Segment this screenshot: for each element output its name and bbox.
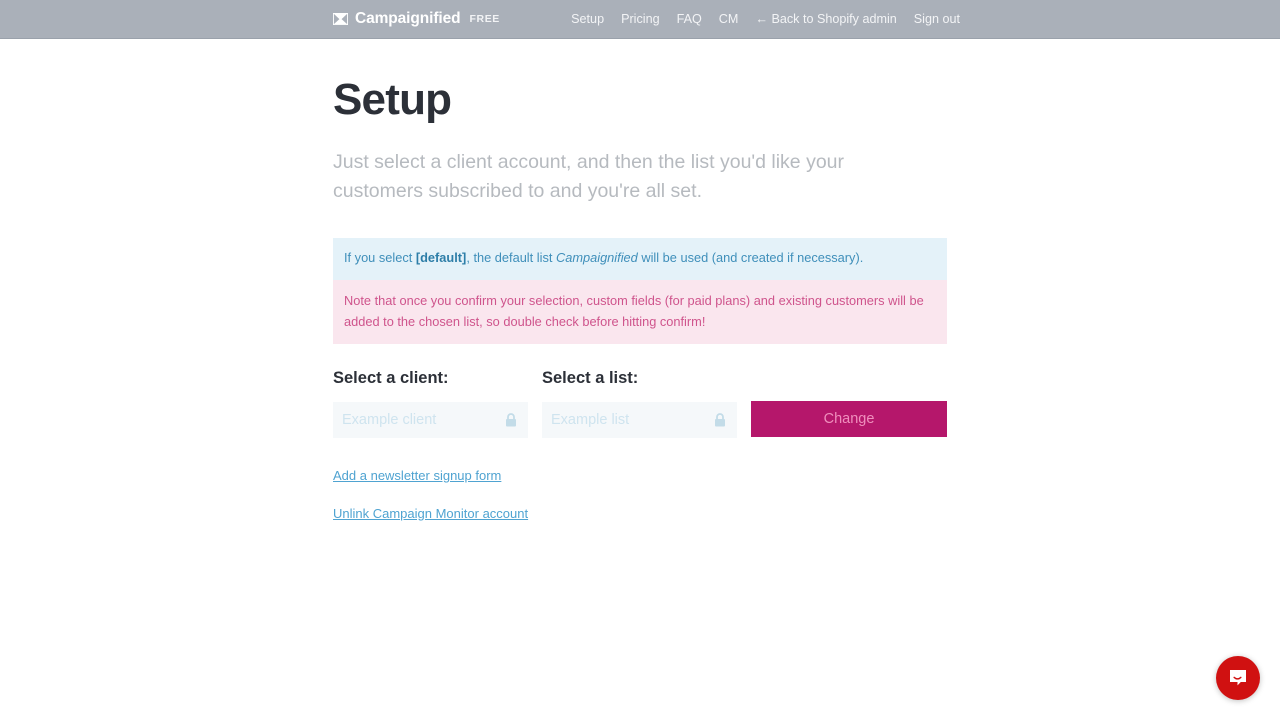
- page-subtitle: Just select a client account, and then t…: [333, 151, 845, 203]
- list-field-label: Select a list:: [542, 369, 639, 388]
- info-alert-suffix: will be used (and created if necessary).: [637, 250, 864, 266]
- nav-cm[interactable]: CM: [719, 13, 739, 26]
- brand-logo-link[interactable]: Campaignified FREE: [333, 0, 500, 38]
- change-button[interactable]: Change: [751, 401, 947, 438]
- client-field-group: Select a client: Example client: [333, 370, 528, 438]
- chat-bubble-icon: [1227, 667, 1249, 689]
- link-add-newsletter-signup-form[interactable]: Add a newsletter signup form: [333, 469, 501, 482]
- page-content: Setup Just select a client account, and …: [333, 39, 947, 523]
- info-alert-list-name: Campaignified: [555, 250, 638, 266]
- change-button-column: Change: [751, 370, 947, 438]
- info-alert: If you select [default], the default lis…: [333, 238, 947, 280]
- alerts-container: If you select [default], the default lis…: [333, 238, 947, 345]
- client-select-input[interactable]: Example client: [333, 401, 528, 438]
- nav-faq[interactable]: FAQ: [677, 13, 702, 26]
- intercom-launcher-button[interactable]: [1216, 656, 1260, 700]
- client-field-label: Select a client:: [333, 369, 449, 388]
- brand-name: Campaignified: [355, 10, 461, 28]
- nav-back-to-shopify-admin[interactable]: ← Back to Shopify admin: [755, 13, 896, 26]
- top-navigation-bar: Campaignified FREE Setup Pricing FAQ CM …: [0, 0, 1280, 39]
- info-alert-middle: , the default list: [466, 250, 556, 266]
- nav-setup[interactable]: Setup: [571, 13, 604, 26]
- setup-form: Select a client: Example client Select a…: [333, 370, 947, 438]
- envelope-logo-icon: [333, 13, 348, 25]
- list-input-placeholder: Example list: [551, 411, 630, 428]
- warning-alert: Note that once you confirm your selectio…: [333, 279, 947, 345]
- client-input-placeholder: Example client: [342, 411, 437, 428]
- link-row-1: Add a newsletter signup form: [333, 467, 947, 485]
- link-row-2: Unlink Campaign Monitor account: [333, 505, 947, 523]
- nav-pricing[interactable]: Pricing: [621, 13, 660, 26]
- nav-sign-out[interactable]: Sign out: [914, 13, 960, 26]
- secondary-links: Add a newsletter signup form Unlink Camp…: [333, 467, 947, 523]
- list-field-group: Select a list: Example list: [542, 370, 737, 438]
- plan-badge: FREE: [469, 12, 500, 25]
- page-title: Setup: [333, 75, 452, 124]
- info-alert-default-token: [default]: [415, 250, 467, 266]
- primary-nav: Setup Pricing FAQ CM ← Back to Shopify a…: [571, 0, 960, 38]
- list-select-input[interactable]: Example list: [542, 401, 737, 438]
- link-unlink-campaign-monitor-account[interactable]: Unlink Campaign Monitor account: [333, 507, 528, 520]
- info-alert-prefix: If you select: [344, 250, 416, 266]
